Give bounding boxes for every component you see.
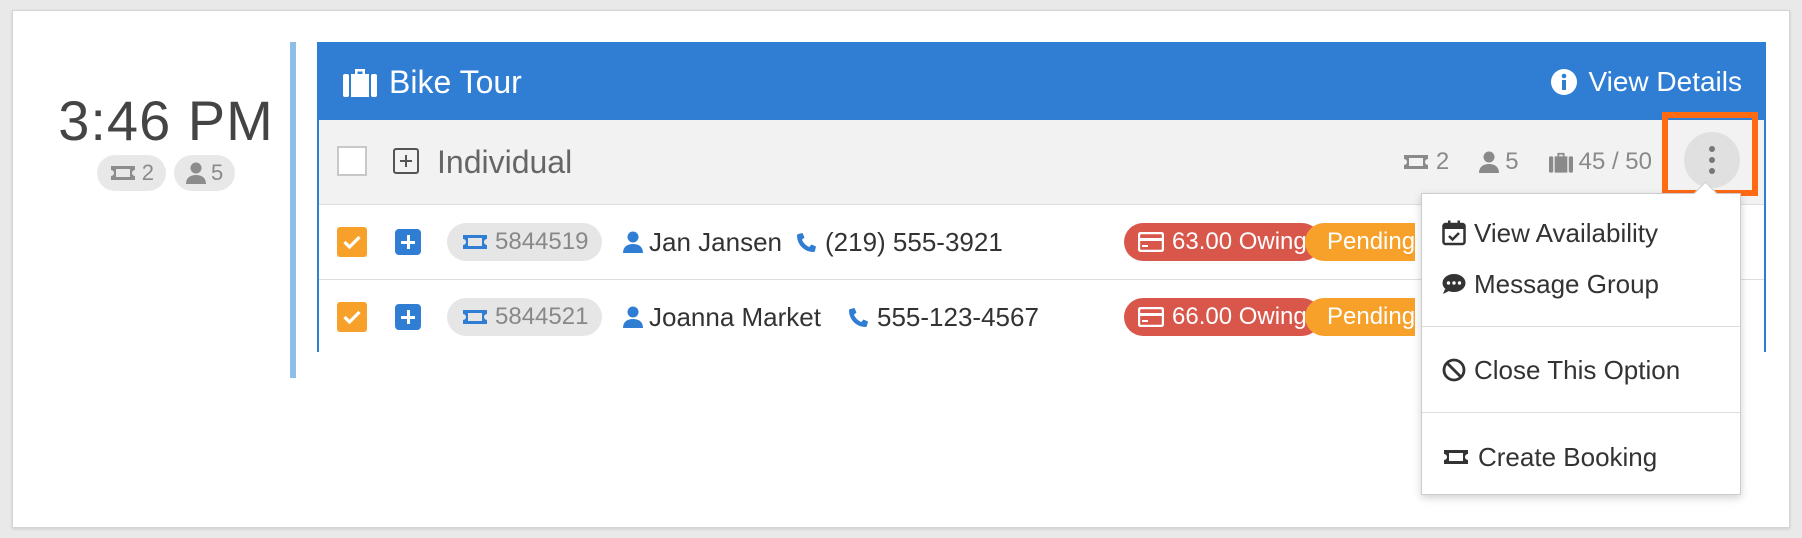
comment-dots-icon [1442, 274, 1466, 294]
group-capacity-value: 45 / 50 [1578, 148, 1652, 175]
tour-header: Bike Tour View Details [319, 44, 1764, 120]
status-badge[interactable]: Pending [1305, 298, 1415, 336]
suitcase-icon [343, 69, 377, 97]
menu-item-label: Create Booking [1478, 441, 1658, 472]
phone-icon [848, 308, 868, 328]
expand-group-icon[interactable] [393, 148, 419, 174]
calendar-check-icon [1442, 220, 1466, 246]
phone-icon [796, 233, 816, 253]
menu-item-label: View Availability [1474, 217, 1659, 248]
customer-phone[interactable]: 555-123-4567 [847, 280, 1039, 354]
suitcase-icon [1548, 152, 1573, 173]
slot-guests-count: 5 [211, 160, 224, 185]
booking-checkbox[interactable] [337, 302, 367, 332]
slot-badges: 2 5 [57, 155, 275, 191]
user-icon [1479, 151, 1500, 173]
group-tickets: 2 [1402, 148, 1449, 176]
booking-id-badge[interactable]: 5844521 [447, 298, 603, 336]
customer-name-text: Joanna Market [649, 301, 821, 332]
customer-name[interactable]: Joanna Market [623, 280, 821, 354]
group-stats: 2 5 45 / 50 [1402, 120, 1652, 204]
view-details-label: View Details [1588, 66, 1742, 97]
options-dropdown-menu: View Availability Message Group Close Th… [1421, 193, 1741, 495]
ticket-icon [110, 166, 135, 180]
customer-name[interactable]: Jan Jansen [623, 205, 782, 279]
menu-item-message-group[interactable]: Message Group [1442, 264, 1659, 304]
menu-divider [1422, 412, 1740, 413]
ticket-icon [1444, 450, 1468, 464]
owing-amount: 63.00 Owing [1172, 228, 1307, 255]
customer-name-text: Jan Jansen [649, 226, 782, 257]
customer-phone-text: (219) 555-3921 [825, 226, 1003, 257]
status-text: Pending [1327, 228, 1415, 255]
group-guests-count: 5 [1505, 148, 1519, 175]
check-icon [343, 235, 361, 249]
menu-item-view-availability[interactable]: View Availability [1442, 213, 1658, 253]
slot-guests-badge: 5 [174, 155, 236, 191]
expand-booking-icon[interactable] [395, 304, 421, 330]
user-icon [623, 231, 643, 253]
group-name: Individual [437, 144, 573, 180]
ban-icon [1442, 358, 1466, 382]
owing-badge[interactable]: 63.00 Owing [1124, 223, 1321, 261]
slot-tickets-badge: 2 [96, 155, 166, 191]
group-checkbox[interactable] [337, 146, 367, 176]
menu-item-create-booking[interactable]: Create Booking [1442, 437, 1657, 477]
ticket-icon [1403, 155, 1428, 169]
credit-card-icon [1138, 232, 1164, 252]
status-badge[interactable]: Pending [1305, 223, 1415, 261]
time-slot: 3:46 PM 2 5 [57, 91, 275, 191]
user-icon [623, 306, 643, 328]
slot-tickets-count: 2 [141, 160, 154, 185]
menu-item-close-option[interactable]: Close This Option [1442, 350, 1680, 390]
ticket-icon [463, 310, 487, 324]
status-text: Pending [1327, 303, 1415, 330]
credit-card-icon [1138, 307, 1164, 327]
group-capacity: 45 / 50 [1548, 148, 1652, 176]
check-icon [343, 310, 361, 324]
menu-divider [1422, 326, 1740, 327]
booking-id: 5844521 [495, 303, 589, 330]
view-details-link[interactable]: View Details [1550, 44, 1742, 120]
owing-amount: 66.00 Owing [1172, 303, 1307, 330]
customer-phone[interactable]: (219) 555-3921 [795, 205, 1003, 279]
menu-item-label: Message Group [1474, 268, 1659, 299]
booking-checkbox[interactable] [337, 227, 367, 257]
tour-title: Bike Tour [343, 44, 522, 120]
menu-item-label: Close This Option [1474, 354, 1681, 385]
owing-badge[interactable]: 66.00 Owing [1124, 298, 1321, 336]
group-guests: 5 [1479, 148, 1519, 176]
booking-id-badge[interactable]: 5844519 [447, 223, 603, 261]
booking-id: 5844519 [495, 228, 589, 255]
timeline-bar [290, 42, 296, 378]
ticket-icon [463, 235, 487, 249]
kebab-highlight-frame [1662, 112, 1758, 196]
group-tickets-count: 2 [1435, 148, 1450, 175]
slot-time: 3:46 PM [58, 89, 274, 152]
user-icon [186, 162, 206, 184]
info-circle-icon [1551, 69, 1578, 95]
expand-booking-icon[interactable] [395, 229, 421, 255]
customer-phone-text: 555-123-4567 [877, 301, 1039, 332]
tour-title-text: Bike Tour [389, 63, 522, 100]
